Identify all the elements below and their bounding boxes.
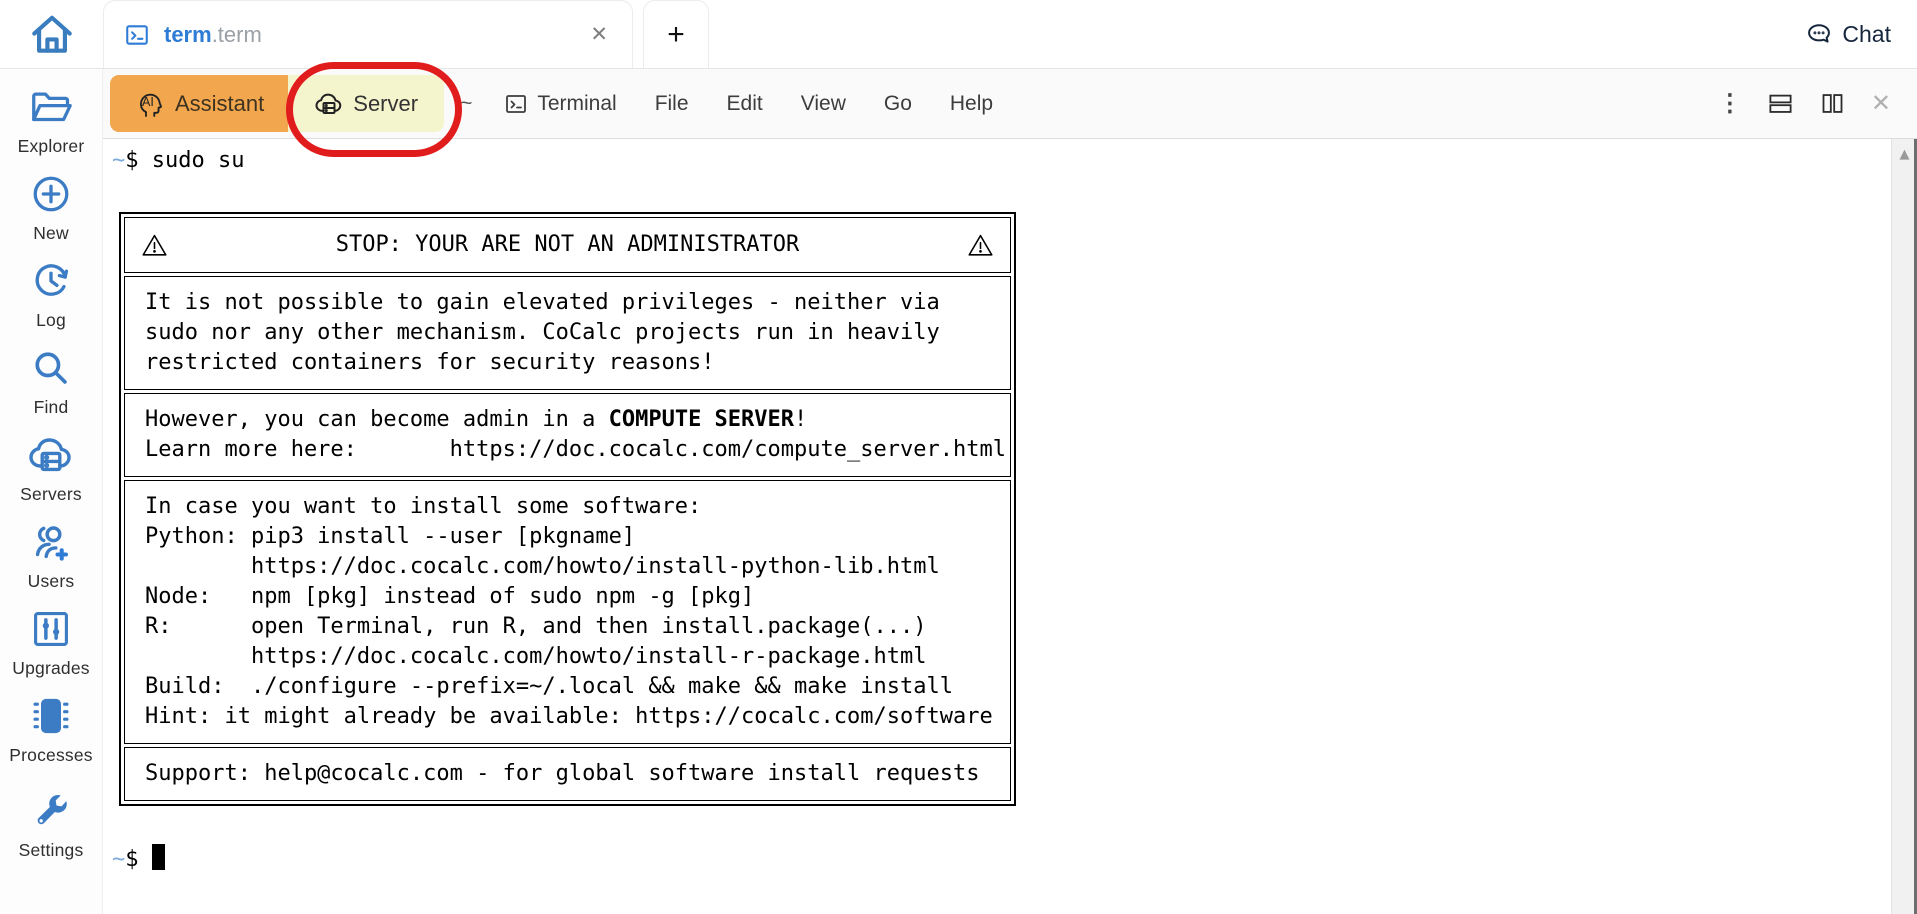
warning-triangle-icon [141, 232, 168, 259]
banner-support-section: Support: help@cocalc.com - for global so… [124, 747, 1011, 801]
banner-install-section: In case you want to install some softwar… [124, 480, 1011, 744]
kebab-menu-icon[interactable]: ⋮ [1718, 89, 1742, 118]
menu-file[interactable]: File [655, 92, 689, 116]
compute-server-highlight: COMPUTE SERVER [609, 407, 794, 432]
banner-title-section: STOP: YOUR ARE NOT AN ADMINISTRATOR [124, 217, 1011, 273]
terminal-scrollbar[interactable]: ▲ [1891, 139, 1917, 914]
sidebar-item-servers[interactable]: Servers [0, 431, 102, 518]
server-button[interactable]: Server [288, 75, 444, 132]
split-horizontal-icon[interactable] [1767, 90, 1794, 117]
sidebar-item-label: Users [28, 571, 75, 592]
terminal-icon [504, 92, 528, 116]
banner-compute-server-section: However, you can become admin in a COMPU… [124, 393, 1011, 477]
sidebar-item-explorer[interactable]: Explorer [0, 83, 102, 170]
menu-terminal[interactable]: Terminal [504, 92, 616, 116]
new-tab-button[interactable]: + [643, 0, 709, 68]
split-vertical-icon[interactable] [1819, 90, 1846, 117]
cloud-server-icon [27, 431, 75, 479]
terminal-cursor [152, 844, 165, 870]
sidebar-item-label: Log [36, 310, 66, 331]
assistant-button[interactable]: AI Assistant [110, 75, 288, 132]
chat-button[interactable]: Chat [1805, 0, 1891, 68]
plus-circle-icon [29, 170, 73, 218]
menu-view[interactable]: View [801, 92, 846, 116]
file-tab-term[interactable]: term.term ✕ [103, 0, 633, 68]
sidebar-item-users[interactable]: Users [0, 518, 102, 605]
terminal-content[interactable]: ~$ sudo su STOP: YOUR ARE NOT AN ADMINIS… [103, 139, 1917, 875]
sidebar-item-new[interactable]: New [0, 170, 102, 257]
chat-bubble-icon [1805, 20, 1833, 48]
sidebar-item-log[interactable]: Log [0, 257, 102, 344]
wrench-icon [31, 787, 71, 835]
frame-toolbar: AI Assistant Server [103, 69, 1917, 139]
sidebar-item-label: New [33, 223, 69, 244]
menu-go[interactable]: Go [884, 92, 912, 116]
sidebar-item-label: Explorer [18, 136, 85, 157]
clock-history-icon [30, 257, 72, 305]
microchip-icon [26, 692, 76, 740]
admin-warning-banner: STOP: YOUR ARE NOT AN ADMINISTRATOR It i… [119, 212, 1016, 806]
tab-title: term.term [164, 22, 262, 48]
folder-open-icon [28, 83, 74, 131]
sidebar-item-upgrades[interactable]: Upgrades [0, 605, 102, 692]
tab-close-icon[interactable]: ✕ [586, 18, 612, 51]
terminal-panel[interactable]: ~$ sudo su STOP: YOUR ARE NOT AN ADMINIS… [103, 139, 1917, 914]
sidebar-item-label: Settings [19, 840, 84, 861]
search-icon [29, 344, 73, 392]
home-button[interactable] [0, 0, 103, 68]
sidebar-item-label: Upgrades [12, 658, 89, 679]
server-label: Server [353, 91, 418, 117]
sidebar-item-label: Find [34, 397, 69, 418]
terminal-file-icon [124, 22, 150, 48]
frame-close-icon[interactable]: ✕ [1871, 89, 1891, 118]
ai-head-icon: AI [134, 88, 166, 120]
warning-triangle-icon [967, 232, 994, 259]
sidebar-item-processes[interactable]: Processes [0, 692, 102, 779]
terminal-prompt-line[interactable]: ~$ [112, 844, 1917, 875]
sidebar: Explorer New Log [0, 69, 103, 914]
sidebar-item-label: Servers [20, 484, 82, 505]
banner-privileges-section: It is not possible to gain elevated priv… [124, 276, 1011, 390]
current-directory-label: ~ [460, 92, 472, 116]
users-add-icon [28, 518, 74, 566]
sliders-icon [29, 605, 73, 653]
top-header: term.term ✕ + Chat [0, 0, 1917, 69]
home-icon [27, 9, 77, 59]
chat-label: Chat [1842, 21, 1891, 48]
banner-title: STOP: YOUR ARE NOT AN ADMINISTRATOR [336, 230, 800, 260]
command-text: sudo su [152, 148, 245, 173]
terminal-command-line: ~$ sudo su [112, 145, 1917, 176]
sidebar-item-settings[interactable]: Settings [0, 787, 102, 874]
cloud-server-icon [314, 89, 344, 119]
sidebar-item-label: Processes [9, 745, 93, 766]
sidebar-item-find[interactable]: Find [0, 344, 102, 431]
menu-edit[interactable]: Edit [727, 92, 763, 116]
menu-help[interactable]: Help [950, 92, 993, 116]
assistant-label: Assistant [175, 91, 264, 117]
